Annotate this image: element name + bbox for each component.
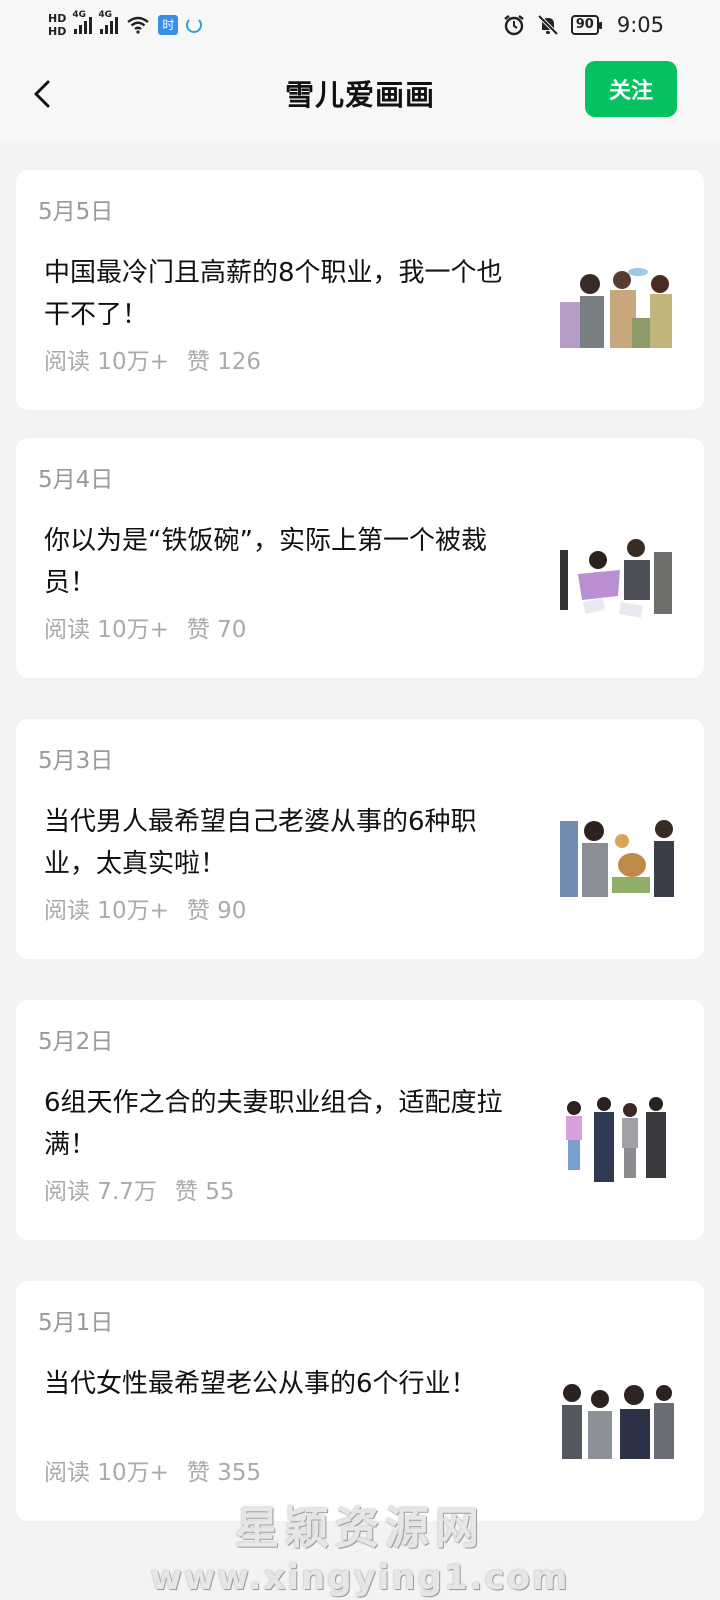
- battery-icon: 90: [570, 15, 602, 35]
- status-right: 90 9:05: [503, 13, 664, 37]
- article-card[interactable]: 5月1日 当代女性最希望老公从事的6个行业！ 阅读 10万+ 赞 355: [16, 1281, 704, 1521]
- hd-indicator: HD HD: [48, 12, 67, 38]
- like-count: 赞 355: [186, 1460, 262, 1486]
- article-title[interactable]: 当代女性最希望老公从事的6个行业！: [44, 1363, 524, 1405]
- article-stats: 阅读 7.7万 赞 55: [44, 1172, 234, 1206]
- article-date: 5月5日: [38, 199, 114, 225]
- read-count: 阅读 10万+: [44, 617, 169, 643]
- article-date: 5月4日: [38, 467, 114, 493]
- article-thumbnail[interactable]: [560, 1092, 676, 1186]
- wifi-icon: [127, 16, 150, 34]
- status-left: HD HD 4G 4G 时: [48, 10, 203, 38]
- article-card[interactable]: 5月3日 当代男人最希望自己老婆从事的6种职业，太真实啦！ 阅读 10万+ 赞 …: [16, 719, 704, 959]
- article-title[interactable]: 当代男人最希望自己老婆从事的6种职业，太真实啦！: [44, 801, 524, 885]
- article-title[interactable]: 中国最冷门且高薪的8个职业，我一个也干不了！: [44, 252, 524, 336]
- article-title[interactable]: 6组天作之合的夫妻职业组合，适配度拉满！: [44, 1082, 524, 1166]
- article-date: 5月2日: [38, 1029, 114, 1055]
- like-count: 赞 126: [186, 349, 262, 375]
- illustration-image: [560, 530, 676, 624]
- article-thumbnail[interactable]: [560, 1373, 676, 1467]
- article-date: 5月3日: [38, 748, 114, 774]
- read-count: 阅读 10万+: [44, 1460, 169, 1486]
- alarm-icon: [504, 15, 524, 36]
- clock: 9:05: [616, 13, 664, 37]
- status-bar: HD HD 4G 4G 时 90 9:05: [0, 0, 720, 50]
- article-stats: 阅读 10万+ 赞 70: [44, 610, 246, 644]
- watermark-title: 星颖资源网: [235, 1503, 485, 1554]
- article-stats: 阅读 10万+ 赞 355: [44, 1453, 261, 1487]
- article-date: 5月1日: [38, 1310, 114, 1336]
- illustration-image: [560, 262, 676, 356]
- illustration-image: [560, 811, 676, 905]
- article-card[interactable]: 5月2日 6组天作之合的夫妻职业组合，适配度拉满！ 阅读 7.7万 赞 55: [16, 1000, 704, 1240]
- article-thumbnail[interactable]: [560, 530, 676, 624]
- article-stats: 阅读 10万+ 赞 126: [44, 342, 261, 376]
- article-thumbnail[interactable]: [560, 811, 676, 905]
- signal-icon-2: 4G: [98, 10, 119, 34]
- like-count: 赞 70: [186, 617, 247, 643]
- illustration-image: [560, 1373, 676, 1467]
- watermark: 星颖资源网 www.xingying1.com: [0, 1490, 720, 1600]
- read-count: 阅读 10万+: [44, 898, 169, 924]
- read-count: 阅读 7.7万: [44, 1179, 157, 1205]
- like-count: 赞 55: [174, 1179, 235, 1205]
- signal-icon: 4G: [72, 10, 93, 34]
- article-thumbnail[interactable]: [560, 262, 676, 356]
- like-count: 赞 90: [186, 898, 247, 924]
- mute-icon: [537, 14, 559, 36]
- sync-icon: [186, 17, 203, 33]
- app-notification-icon: 时: [158, 15, 179, 35]
- read-count: 阅读 10万+: [44, 349, 169, 375]
- watermark-url: www.xingying1.com: [150, 1558, 570, 1598]
- top-bar: 雪儿爱画画 关注: [0, 50, 720, 140]
- article-card[interactable]: 5月4日 你以为是“铁饭碗”，实际上第一个被裁员！ 阅读 10万+ 赞 70: [16, 438, 704, 678]
- article-title[interactable]: 你以为是“铁饭碗”，实际上第一个被裁员！: [44, 520, 524, 604]
- follow-button[interactable]: 关注: [585, 61, 677, 117]
- article-stats: 阅读 10万+ 赞 90: [44, 891, 246, 925]
- illustration-image: [560, 1092, 676, 1186]
- article-card[interactable]: 5月5日 中国最冷门且高薪的8个职业，我一个也干不了！ 阅读 10万+ 赞 12…: [16, 170, 704, 410]
